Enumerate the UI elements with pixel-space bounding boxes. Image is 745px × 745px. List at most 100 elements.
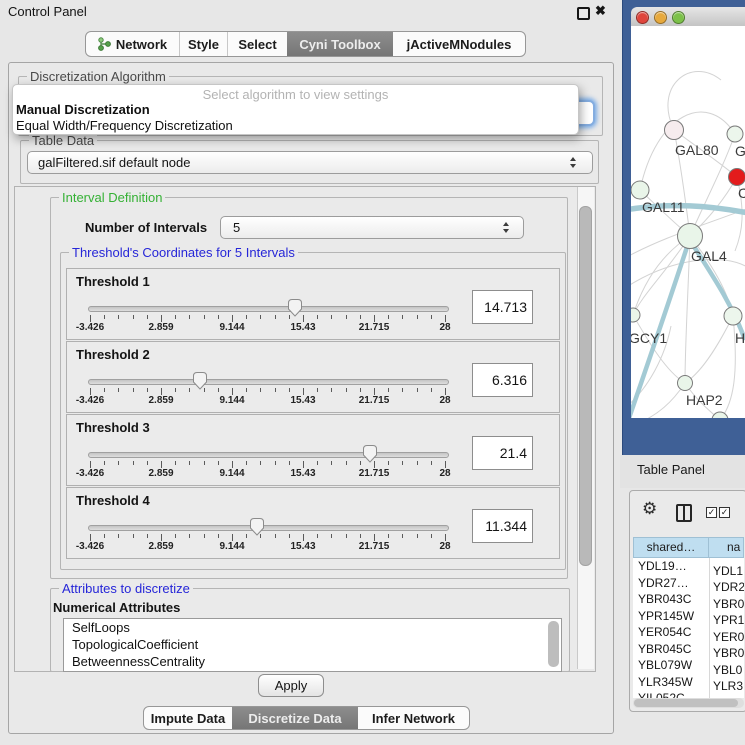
slider-thumb[interactable] xyxy=(362,444,378,463)
threshold-value-field[interactable]: 11.344 xyxy=(472,509,533,543)
numerical-attributes-label: Numerical Attributes xyxy=(53,600,180,615)
minor-tick xyxy=(417,534,418,538)
network-node[interactable] xyxy=(665,121,684,140)
tick-label: -3.426 xyxy=(64,322,116,333)
checkbox-checked-icon[interactable]: ✓ xyxy=(719,507,730,518)
attribute-item-betweennesscentrality[interactable]: BetweennessCentrality xyxy=(64,653,561,670)
traffic-light-close-icon[interactable] xyxy=(636,11,649,24)
network-edge[interactable] xyxy=(633,236,690,315)
tab-infer-network[interactable]: Infer Network xyxy=(358,707,469,729)
table-row[interactable]: YIL052CYIL0 xyxy=(633,690,744,698)
attribute-item-selfloops[interactable]: SelfLoops xyxy=(64,619,561,636)
tab-jactivemnodules[interactable]: jActiveMNodules xyxy=(393,32,525,56)
combo-arrows-icon[interactable] xyxy=(570,157,578,168)
slider-track[interactable] xyxy=(88,452,449,458)
slider-thumb[interactable] xyxy=(192,371,208,390)
numerical-attributes-list[interactable]: SelfLoopsTopologicalCoefficientBetweenne… xyxy=(63,618,562,672)
tab-label: jActiveMNodules xyxy=(407,37,512,52)
tab-label: Discretize Data xyxy=(248,711,341,726)
group-label: Interval Definition xyxy=(59,190,165,205)
table-row[interactable]: YER054CYER0 xyxy=(633,624,744,641)
minor-tick xyxy=(218,315,219,319)
tab-discretize-data[interactable]: Discretize Data xyxy=(232,707,358,729)
tick-label: 28 xyxy=(419,468,471,479)
minor-tick xyxy=(346,315,347,319)
network-node[interactable] xyxy=(729,169,745,186)
minor-tick xyxy=(431,461,432,465)
network-node[interactable] xyxy=(631,181,649,199)
popup-item-manual-discretization[interactable]: Manual Discretization xyxy=(13,102,578,118)
tick-label: 21.715 xyxy=(348,395,400,406)
table-row[interactable]: YPR145WYPR1 xyxy=(633,608,744,625)
minor-tick xyxy=(218,534,219,538)
tab-select[interactable]: Select xyxy=(227,32,287,56)
popup-item-equal-width-frequency-discretization[interactable]: Equal Width/Frequency Discretization xyxy=(13,118,578,134)
threshold-panel-3: Threshold 3-3.4262.8599.14415.4321.71528… xyxy=(66,414,560,486)
tick-label: 2.859 xyxy=(135,395,187,406)
minor-tick xyxy=(175,534,176,538)
slider-thumb[interactable] xyxy=(249,517,265,536)
table-row[interactable]: YBR043CYBR0 xyxy=(633,591,744,608)
table-row[interactable]: YLR345WYLR3 xyxy=(633,674,744,691)
cell-shared-name: YBR045C xyxy=(633,641,710,658)
threshold-value-field[interactable]: 6.316 xyxy=(472,363,533,397)
table-row[interactable]: YDR27…YDR2 xyxy=(633,575,744,592)
column-split-icon[interactable] xyxy=(676,504,692,522)
network-node[interactable] xyxy=(724,307,742,325)
slider-track[interactable] xyxy=(88,379,449,385)
spinner-down-icon xyxy=(570,164,576,168)
horizontal-scrollbar[interactable] xyxy=(633,698,744,708)
gear-icon[interactable]: ⚙ xyxy=(642,500,657,517)
minor-tick xyxy=(218,461,219,465)
column-header-name[interactable]: na xyxy=(709,537,744,558)
threshold-value-field[interactable]: 14.713 xyxy=(472,290,533,324)
horizontal-scrollbar-thumb[interactable] xyxy=(634,699,738,707)
tab-network[interactable]: Network xyxy=(86,32,179,56)
threshold-value-field[interactable]: 21.4 xyxy=(472,436,533,470)
minor-tick xyxy=(289,461,290,465)
attribute-item-topologicalcoefficient[interactable]: TopologicalCoefficient xyxy=(64,636,561,653)
network-edge[interactable] xyxy=(685,316,733,383)
minor-tick xyxy=(175,461,176,465)
window-restore-icon[interactable] xyxy=(577,7,590,20)
network-node[interactable] xyxy=(678,376,693,391)
minor-tick xyxy=(133,388,134,392)
checkbox-checked-icon[interactable]: ✓ xyxy=(706,507,717,518)
minor-tick xyxy=(331,388,332,392)
table-row[interactable]: YDL19…YDL1 xyxy=(633,558,744,575)
minor-tick xyxy=(388,388,389,392)
slider-thumb[interactable] xyxy=(287,298,303,317)
network-canvas[interactable]: GAL80GACGAL11GAL4GCY1HHAP2 xyxy=(631,26,745,418)
minor-tick xyxy=(289,388,290,392)
tab-cyni-toolbox[interactable]: Cyni Toolbox xyxy=(287,32,393,56)
network-node[interactable] xyxy=(727,126,743,142)
slider-track[interactable] xyxy=(88,525,449,531)
network-node[interactable] xyxy=(712,412,728,418)
list-scrollbar-thumb[interactable] xyxy=(548,621,559,667)
network-window-titlebar[interactable] xyxy=(631,7,745,27)
table-row[interactable]: YBR045CYBR0 xyxy=(633,641,744,658)
slider-track[interactable] xyxy=(88,306,449,312)
minor-tick xyxy=(246,534,247,538)
table-row[interactable]: YBL079WYBL0 xyxy=(633,657,744,674)
network-node[interactable] xyxy=(631,308,640,322)
tick-label: 15.43 xyxy=(277,395,329,406)
traffic-light-minimize-icon[interactable] xyxy=(654,11,667,24)
apply-button[interactable]: Apply xyxy=(258,674,324,697)
minor-tick xyxy=(402,534,403,538)
minor-tick xyxy=(331,315,332,319)
vertical-scrollbar-thumb[interactable] xyxy=(579,206,592,566)
combo-arrows-icon[interactable] xyxy=(503,222,511,233)
tick-label: 21.715 xyxy=(348,322,400,333)
network-node[interactable] xyxy=(678,224,703,249)
traffic-light-zoom-icon[interactable] xyxy=(672,11,685,24)
table-data-combobox[interactable]: galFiltered.sif default node xyxy=(27,151,593,174)
number-of-intervals-combobox[interactable]: 5 xyxy=(220,216,524,239)
column-header-shared-name[interactable]: shared… xyxy=(633,537,709,558)
tab-style[interactable]: Style xyxy=(179,32,227,56)
window-close-icon[interactable]: ✖ xyxy=(595,3,606,19)
minor-tick xyxy=(260,461,261,465)
network-edge[interactable] xyxy=(685,236,690,383)
tab-impute-data[interactable]: Impute Data xyxy=(144,707,232,729)
minor-tick xyxy=(275,534,276,538)
